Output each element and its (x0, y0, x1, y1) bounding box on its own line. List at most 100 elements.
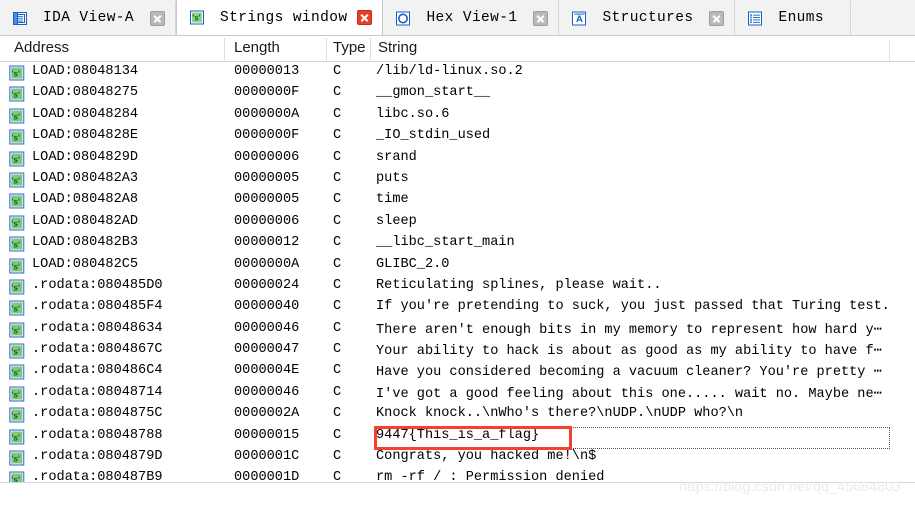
cell-address: LOAD:0804829D (32, 149, 139, 165)
string-item-icon: 's' (9, 471, 25, 482)
ida-view-icon (12, 10, 29, 27)
svg-text:'s': 's' (192, 14, 200, 23)
table-row[interactable]: 's' LOAD:080482C5 0000000A C GLIBC_2.0 (0, 255, 915, 276)
cell-length: 0000002A (234, 406, 300, 422)
string-item-icon: 's' (9, 129, 25, 145)
table-row[interactable]: 's' .rodata:080486C4 0000004E C Have you con… (0, 361, 915, 382)
table-row[interactable]: 's' .rodata:080485F4 00000040 C If you're pr… (0, 297, 915, 318)
tab-structures[interactable]: A Structures (559, 1, 736, 35)
cell-address: .rodata:0804879D (32, 449, 163, 465)
table-row[interactable]: 's' LOAD:080482A8 00000005 Ctime (0, 190, 915, 211)
cell-type: C (333, 128, 342, 144)
string-item-icon: 's' (9, 386, 25, 402)
string-item-icon: 's' (9, 236, 25, 252)
svg-text:'s': 's' (12, 91, 20, 100)
column-header-string[interactable]: String (378, 39, 417, 56)
cell-type: C (333, 213, 342, 229)
svg-text:'s': 's' (12, 369, 20, 378)
table-row[interactable]: 's' .rodata:08048634 00000046 C There aren't… (0, 319, 915, 340)
cell-address: LOAD:080482AD (32, 213, 139, 229)
cell-type: C (333, 299, 342, 315)
cell-length: 0000000A (234, 256, 300, 272)
cell-string: libc.so.6 (376, 106, 450, 122)
table-row[interactable]: 's' .rodata:0804875C 0000002A C Knock knock.… (0, 404, 915, 425)
cell-address: LOAD:0804828E (32, 128, 139, 144)
cell-length: 0000000F (234, 128, 300, 144)
svg-text:'s': 's' (12, 262, 20, 271)
table-row[interactable]: 's' .rodata:0804879D 0000001C C Congrats, yo… (0, 447, 915, 468)
table-row[interactable]: 's' LOAD:0804829D 00000006 Csrand (0, 148, 915, 169)
cell-length: 00000046 (234, 384, 300, 400)
table-row[interactable]: 's' LOAD:08048284 0000000A Clibc.so.6 (0, 105, 915, 126)
cell-type: C (333, 342, 342, 358)
string-item-icon: 's' (9, 258, 25, 274)
cell-type: C (333, 470, 342, 482)
string-item-icon: 's' (9, 279, 25, 295)
close-icon[interactable] (709, 10, 725, 26)
close-icon[interactable] (357, 10, 373, 25)
cell-length: 0000001D (234, 470, 300, 482)
table-row[interactable]: 's' .rodata:0804867C 00000047 C Your ability… (0, 340, 915, 361)
column-divider[interactable] (370, 38, 371, 60)
column-header-address[interactable]: Address (14, 39, 69, 56)
cell-address: .rodata:080486C4 (32, 363, 163, 379)
svg-text:A: A (576, 14, 583, 25)
cell-string: Knock knock..\nWho's there?\nUDP.\nUDP w… (376, 406, 744, 422)
tab-ida-view-a[interactable]: IDA View-A (0, 1, 177, 35)
cell-string: Your ability to hack is about as good as… (376, 344, 882, 360)
cell-length: 00000006 (234, 213, 300, 229)
column-header-length[interactable]: Length (234, 39, 280, 56)
tab-hex-view-1[interactable]: Hex View-1 (383, 1, 560, 35)
table-row[interactable]: 's' .rodata:080485D0 00000024 C Reticulating… (0, 276, 915, 297)
cell-string: __gmon_start__ (376, 85, 491, 101)
string-item-icon: 's' (9, 364, 25, 380)
string-item-icon: 's' (9, 429, 25, 445)
cell-length: 00000005 (234, 170, 300, 186)
cell-address: LOAD:08048134 (32, 64, 139, 79)
cell-type: C (333, 256, 342, 272)
column-divider[interactable] (326, 38, 327, 60)
table-row[interactable]: 's' LOAD:0804828E 0000000F C _IO_stdin_used (0, 126, 915, 147)
cell-type: C (333, 406, 342, 422)
cell-string: /lib/ld-linux.so.2 (376, 64, 523, 79)
cell-type: C (333, 384, 342, 400)
table-row[interactable]: 's' .rodata:08048714 00000046 C I've got a g… (0, 383, 915, 404)
cell-string: GLIBC_2.0 (376, 256, 450, 272)
close-icon[interactable] (150, 10, 166, 26)
cell-type: C (333, 85, 342, 101)
table-row[interactable]: 's' LOAD:080482AD 00000006 Csleep (0, 212, 915, 233)
table-row[interactable]: 's' LOAD:080482B3 00000012 C __libc_start_ma… (0, 233, 915, 254)
table-row[interactable]: 's' .rodata:08048788 00000015 C 9447{This_is… (0, 426, 915, 447)
cell-string: I've got a good feeling about this one..… (376, 386, 882, 402)
svg-text:'s': 's' (12, 176, 20, 185)
cell-length: 00000040 (234, 299, 300, 315)
strings-list[interactable]: 's' LOAD:08048134 00000013 C/lib/ld-linux.s… (0, 62, 915, 482)
table-row[interactable]: 's' LOAD:080482A3 00000005 Cputs (0, 169, 915, 190)
table-row[interactable]: 's' LOAD:08048134 00000013 C/lib/ld-linux.s… (0, 62, 915, 83)
cell-type: C (333, 192, 342, 208)
svg-text:'s': 's' (12, 219, 20, 228)
cell-string: __libc_start_main (376, 235, 515, 251)
cell-type: C (333, 170, 342, 186)
cell-string: There aren't enough bits in my memory to… (376, 322, 882, 338)
svg-text:'s': 's' (12, 326, 20, 335)
cell-length: 00000047 (234, 342, 300, 358)
column-divider[interactable] (224, 38, 225, 60)
cell-length: 00000015 (234, 427, 300, 443)
table-row[interactable]: 's' LOAD:08048275 0000000F C __gmon_start__ (0, 83, 915, 104)
cell-type: C (333, 64, 342, 79)
tab-strings-window[interactable]: 's' Strings window (176, 0, 384, 35)
tab-label: Structures (602, 10, 694, 26)
cell-type: C (333, 277, 342, 293)
cell-length: 0000001C (234, 449, 300, 465)
cell-length: 0000000A (234, 106, 300, 122)
close-icon[interactable] (533, 10, 549, 26)
tab-enums[interactable]: Enums (735, 1, 851, 35)
column-header-type[interactable]: Type (333, 39, 366, 56)
svg-text:'s': 's' (12, 134, 20, 143)
svg-text:'s': 's' (12, 433, 20, 442)
cell-string: srand (376, 149, 417, 165)
tab-label: Enums (778, 10, 824, 26)
cell-type: C (333, 106, 342, 122)
cell-string: Reticulating splines, please wait.. (376, 277, 662, 293)
